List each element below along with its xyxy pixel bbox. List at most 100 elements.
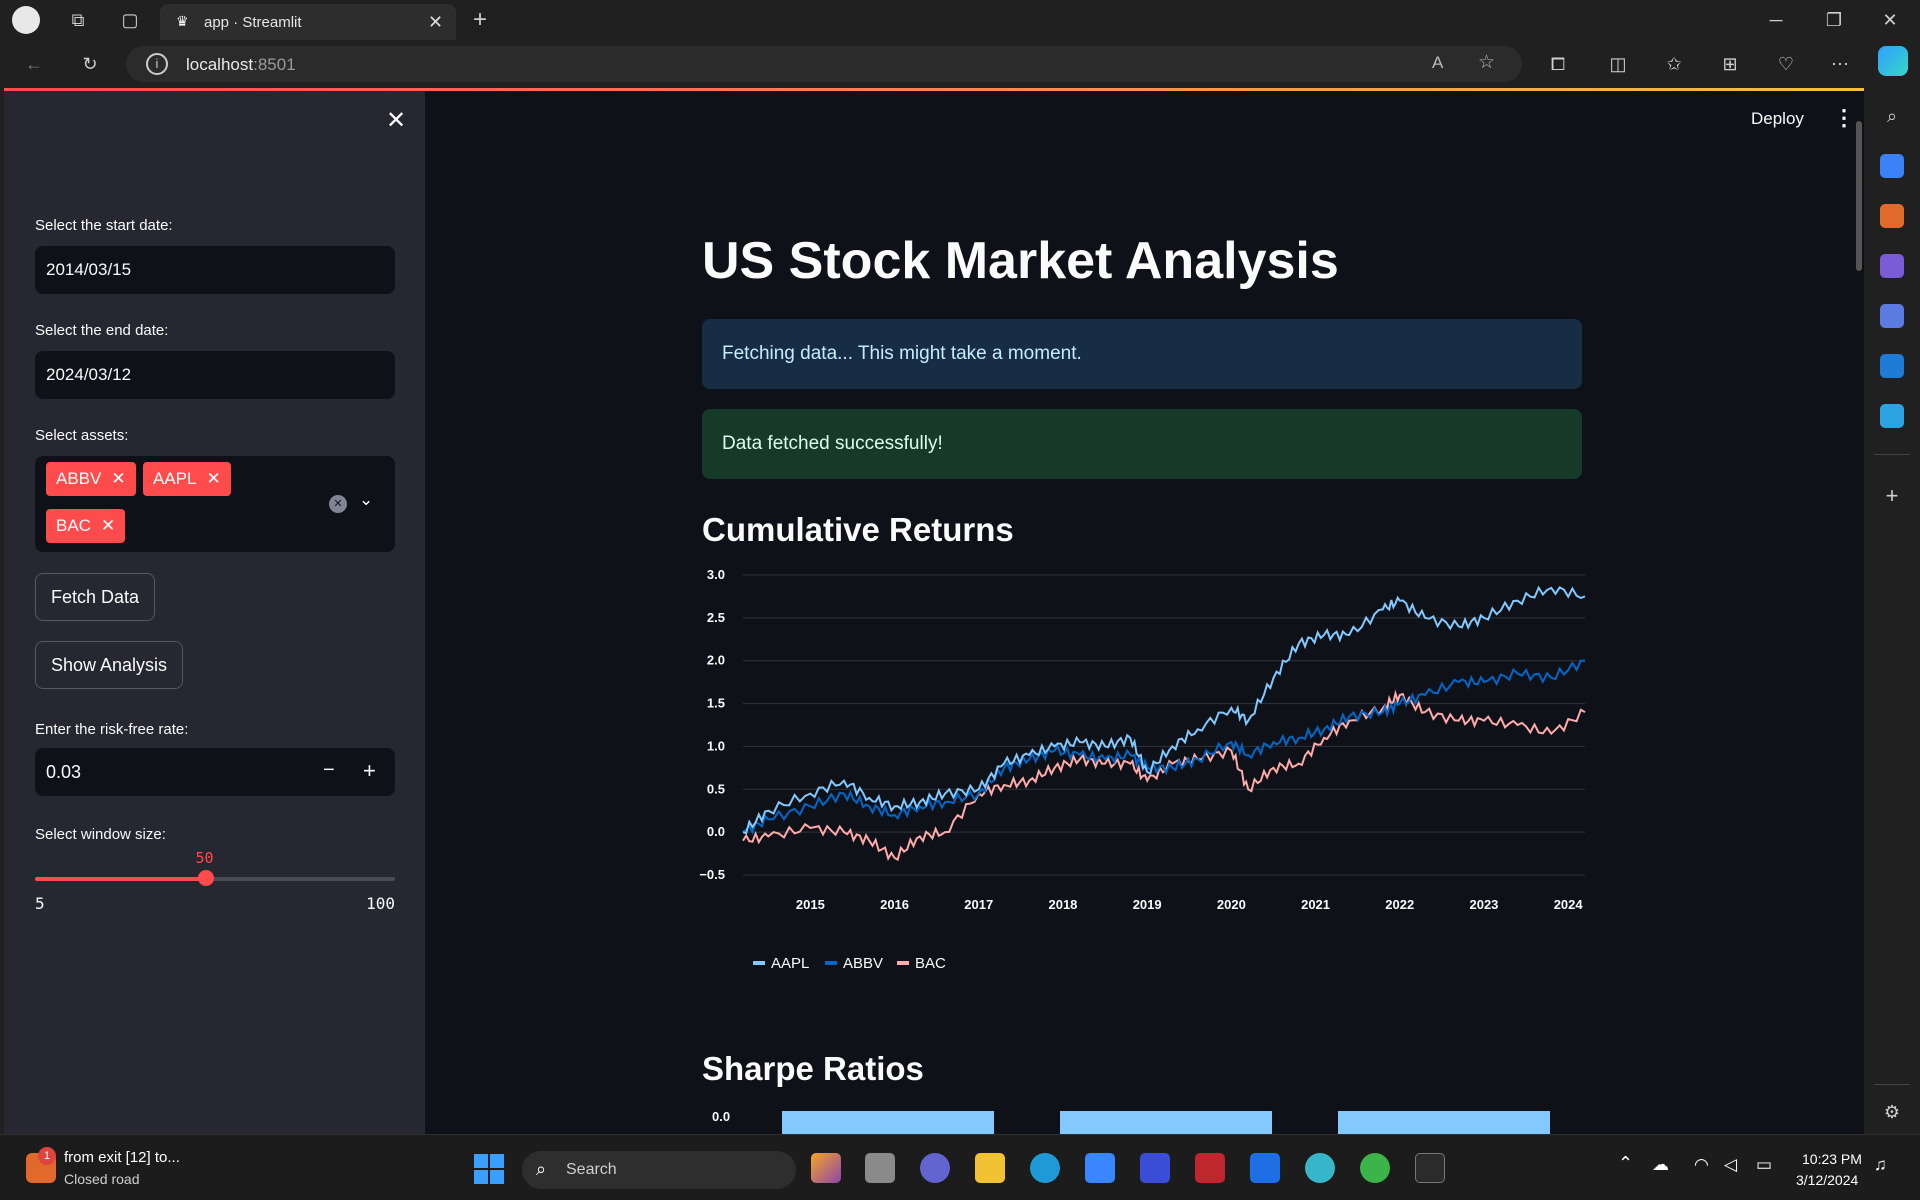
deploy-button[interactable]: Deploy [1751,109,1804,129]
more-menu-icon[interactable]: ⋯ [1824,48,1856,80]
store-icon[interactable] [1085,1153,1115,1183]
games-icon[interactable] [1880,254,1904,278]
sharpe-bar[interactable] [782,1111,994,1134]
clock-time[interactable]: 10:23 PM [1802,1151,1862,1167]
wifi-icon[interactable]: ◠ [1694,1155,1709,1175]
edge-sidebar: ⌕ + ⚙ [1864,88,1920,1134]
windows-start-icon[interactable] [474,1154,504,1184]
show-analysis-button[interactable]: Show Analysis [35,641,184,689]
browser-tab[interactable]: ♛ app · Streamlit ✕ [160,4,456,40]
task-view-icon[interactable] [865,1153,895,1183]
read-aloud-icon[interactable]: A [1432,53,1443,73]
slider-thumb[interactable] [197,870,214,886]
x-tick-label: 2024 [1554,897,1584,912]
chevron-down-icon[interactable]: ⌄ [359,490,373,510]
notification-bell-icon[interactable]: ♫ [1874,1155,1887,1175]
site-info-icon[interactable]: i [146,53,168,75]
cumulative-returns-chart[interactable]: 3.0 2.5 2.0 1.5 1.0 0.5 0.0 −0.5 2015 2016 2017 201… [695,565,1595,985]
close-sidebar-icon[interactable]: ✕ [386,106,406,135]
address-bar[interactable]: i localhost:8501 A ☆ [126,46,1522,82]
url-port: :8501 [253,55,296,74]
assets-multiselect[interactable]: ABBV ✕ AAPL ✕ BAC ✕ ✕ ⌄ [35,456,395,552]
file-explorer-icon[interactable] [975,1153,1005,1183]
widget-subtitle: Closed road [64,1171,140,1187]
vertical-tabs-icon[interactable]: ▢ [114,4,146,36]
remove-pill-icon[interactable]: ✕ [101,516,115,535]
profile-icon[interactable] [12,6,40,34]
main-scrollbar[interactable] [1856,121,1862,271]
sidebar-divider [1874,454,1910,455]
address-bar-row: ← ↻ i localhost:8501 A ☆ ⧠ ◫ ✩ ⊞ ♡ ⋯ [0,40,1920,88]
legend-label: AAPL [771,955,809,972]
favorites-icon[interactable]: ✩ [1658,48,1690,80]
edge-icon[interactable] [1030,1153,1060,1183]
remove-pill-icon[interactable]: ✕ [111,469,125,488]
copilot-app-icon[interactable] [1880,304,1904,328]
dropbox-icon[interactable] [1250,1153,1280,1183]
onedrive-icon[interactable]: ☁ [1652,1155,1669,1175]
extensions-icon[interactable]: ⧠ [1542,48,1574,80]
add-sidebar-app-icon[interactable]: + [1876,480,1908,512]
risk-free-label: Enter the risk-free rate: [35,721,189,738]
start-date-input[interactable]: 2014/03/15 [35,246,395,294]
refresh-icon[interactable]: ↻ [74,48,106,80]
x-tick-label: 2022 [1385,897,1414,912]
legend-swatch [753,961,765,965]
mcafee-icon[interactable] [1195,1153,1225,1183]
legend-label: ABBV [843,955,883,972]
increment-button[interactable]: + [363,758,376,784]
asset-pill[interactable]: AAPL ✕ [143,462,231,496]
y-tick-label: 2.5 [707,610,725,625]
risk-free-value[interactable]: 0.03 [46,762,81,783]
slider-fill [35,877,206,881]
battery-icon[interactable]: ▭ [1756,1155,1772,1175]
streamlit-favicon-icon: ♛ [176,13,189,29]
terminal-icon[interactable] [1415,1153,1445,1183]
app-icon[interactable] [1360,1153,1390,1183]
taskbar-search[interactable]: ⌕ Search [522,1151,796,1189]
browser-essentials-icon[interactable]: ♡ [1770,48,1802,80]
split-screen-icon[interactable]: ◫ [1602,48,1634,80]
volume-icon[interactable]: ◁ [1724,1155,1737,1175]
minimize-icon[interactable]: ─ [1760,4,1792,36]
outlook-icon[interactable] [1880,354,1904,378]
new-tab-icon[interactable]: + [464,4,496,36]
main-menu-icon[interactable]: ⋮ [1833,105,1855,131]
clear-all-icon[interactable]: ✕ [329,495,347,513]
collections-icon[interactable]: ⊞ [1714,48,1746,80]
decrement-button[interactable]: − [323,759,335,782]
end-date-label: Select the end date: [35,322,169,339]
back-icon[interactable]: ← [18,48,50,80]
streamlit-app: ✕ Select the start date: 2014/03/15 Sele… [4,88,1864,1134]
sharpe-bar[interactable] [1060,1111,1272,1134]
asset-pill[interactable]: ABBV ✕ [46,462,136,496]
page-title: US Stock Market Analysis [702,232,1339,290]
y-tick-label: 1.0 [707,738,725,753]
telegram-icon[interactable] [1880,404,1904,428]
copilot-icon[interactable] [1878,46,1908,76]
end-date-input[interactable]: 2024/03/12 [35,351,395,399]
remove-pill-icon[interactable]: ✕ [206,469,220,488]
close-window-icon[interactable]: ✕ [1874,4,1906,36]
copilot-taskbar-icon[interactable] [811,1153,841,1183]
favorite-star-icon[interactable]: ☆ [1478,51,1495,74]
lens-icon[interactable] [1140,1153,1170,1183]
shopping-icon[interactable] [1880,154,1904,178]
sidebar-settings-icon[interactable]: ⚙ [1876,1096,1908,1128]
browser-tab-bar: ⧉ ▢ ♛ app · Streamlit ✕ + ─ ❐ ✕ [0,0,1920,40]
search-icon[interactable]: ⌕ [1876,100,1908,132]
risk-free-number-input[interactable]: 0.03 − + [35,748,395,796]
app-icon[interactable] [1305,1153,1335,1183]
chevron-up-icon[interactable]: ⌃ [1618,1153,1633,1174]
fetch-data-button[interactable]: Fetch Data [35,573,156,621]
widget-title[interactable]: from exit [12] to... [64,1149,180,1166]
close-tab-icon[interactable]: ✕ [428,12,443,33]
workspaces-icon[interactable]: ⧉ [62,4,94,36]
clock-date[interactable]: 3/12/2024 [1796,1172,1858,1188]
sharpe-bar[interactable] [1338,1111,1550,1134]
restore-icon[interactable]: ❐ [1818,4,1850,36]
asset-pill[interactable]: BAC ✕ [46,509,126,543]
window-size-slider[interactable]: 50 5 100 [35,849,395,913]
tools-icon[interactable] [1880,204,1904,228]
chat-icon[interactable] [920,1153,950,1183]
